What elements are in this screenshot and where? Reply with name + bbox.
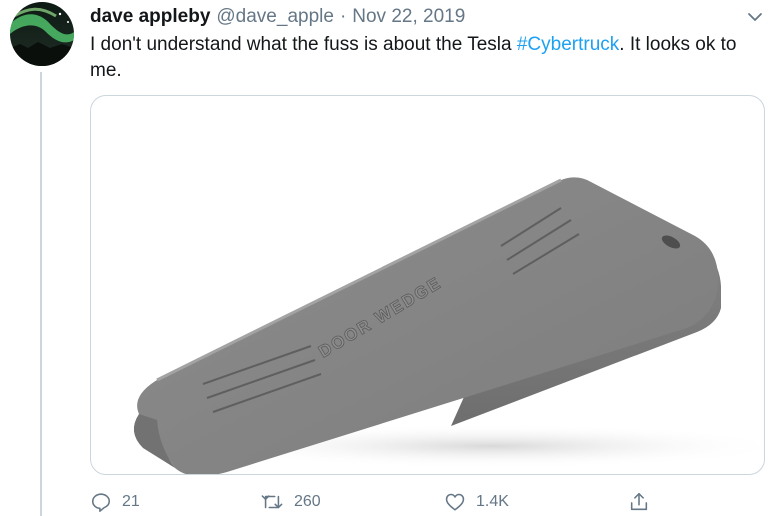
tweet-media[interactable]: DOOR WEDGE xyxy=(90,95,765,475)
reply-count: 21 xyxy=(122,493,140,510)
retweet-count: 260 xyxy=(294,493,321,510)
share-icon xyxy=(630,492,648,511)
retweet-button[interactable]: 260 xyxy=(260,488,321,516)
thread-line xyxy=(40,72,42,516)
avatar[interactable] xyxy=(10,2,74,66)
like-icon xyxy=(445,493,465,511)
hashtag-link[interactable]: #Cybertruck xyxy=(517,34,619,55)
author-name[interactable]: dave appleby xyxy=(90,5,210,29)
author-handle[interactable]: @dave_apple xyxy=(216,5,334,29)
tweet-text-part: I don't understand what the fuss is abou… xyxy=(90,34,517,55)
tweet-date[interactable]: Nov 22, 2019 xyxy=(352,5,465,29)
retweet-icon xyxy=(261,495,283,509)
reply-icon xyxy=(91,493,111,512)
like-button[interactable]: 1.4K xyxy=(444,488,509,516)
avatar-image xyxy=(10,2,74,66)
reply-button[interactable]: 21 xyxy=(90,488,140,516)
header-separator: · xyxy=(339,6,347,27)
share-button[interactable] xyxy=(628,488,650,516)
tweet-actions: 21 260 1.4K xyxy=(0,488,780,516)
like-count: 1.4K xyxy=(476,493,509,510)
tweet-text: I don't understand what the fuss is abou… xyxy=(90,32,760,84)
tweet-header: dave appleby @dave_apple · Nov 22, 2019 xyxy=(90,4,465,30)
chevron-down-icon[interactable] xyxy=(746,8,764,26)
door-wedge-image: DOOR WEDGE xyxy=(133,177,764,474)
